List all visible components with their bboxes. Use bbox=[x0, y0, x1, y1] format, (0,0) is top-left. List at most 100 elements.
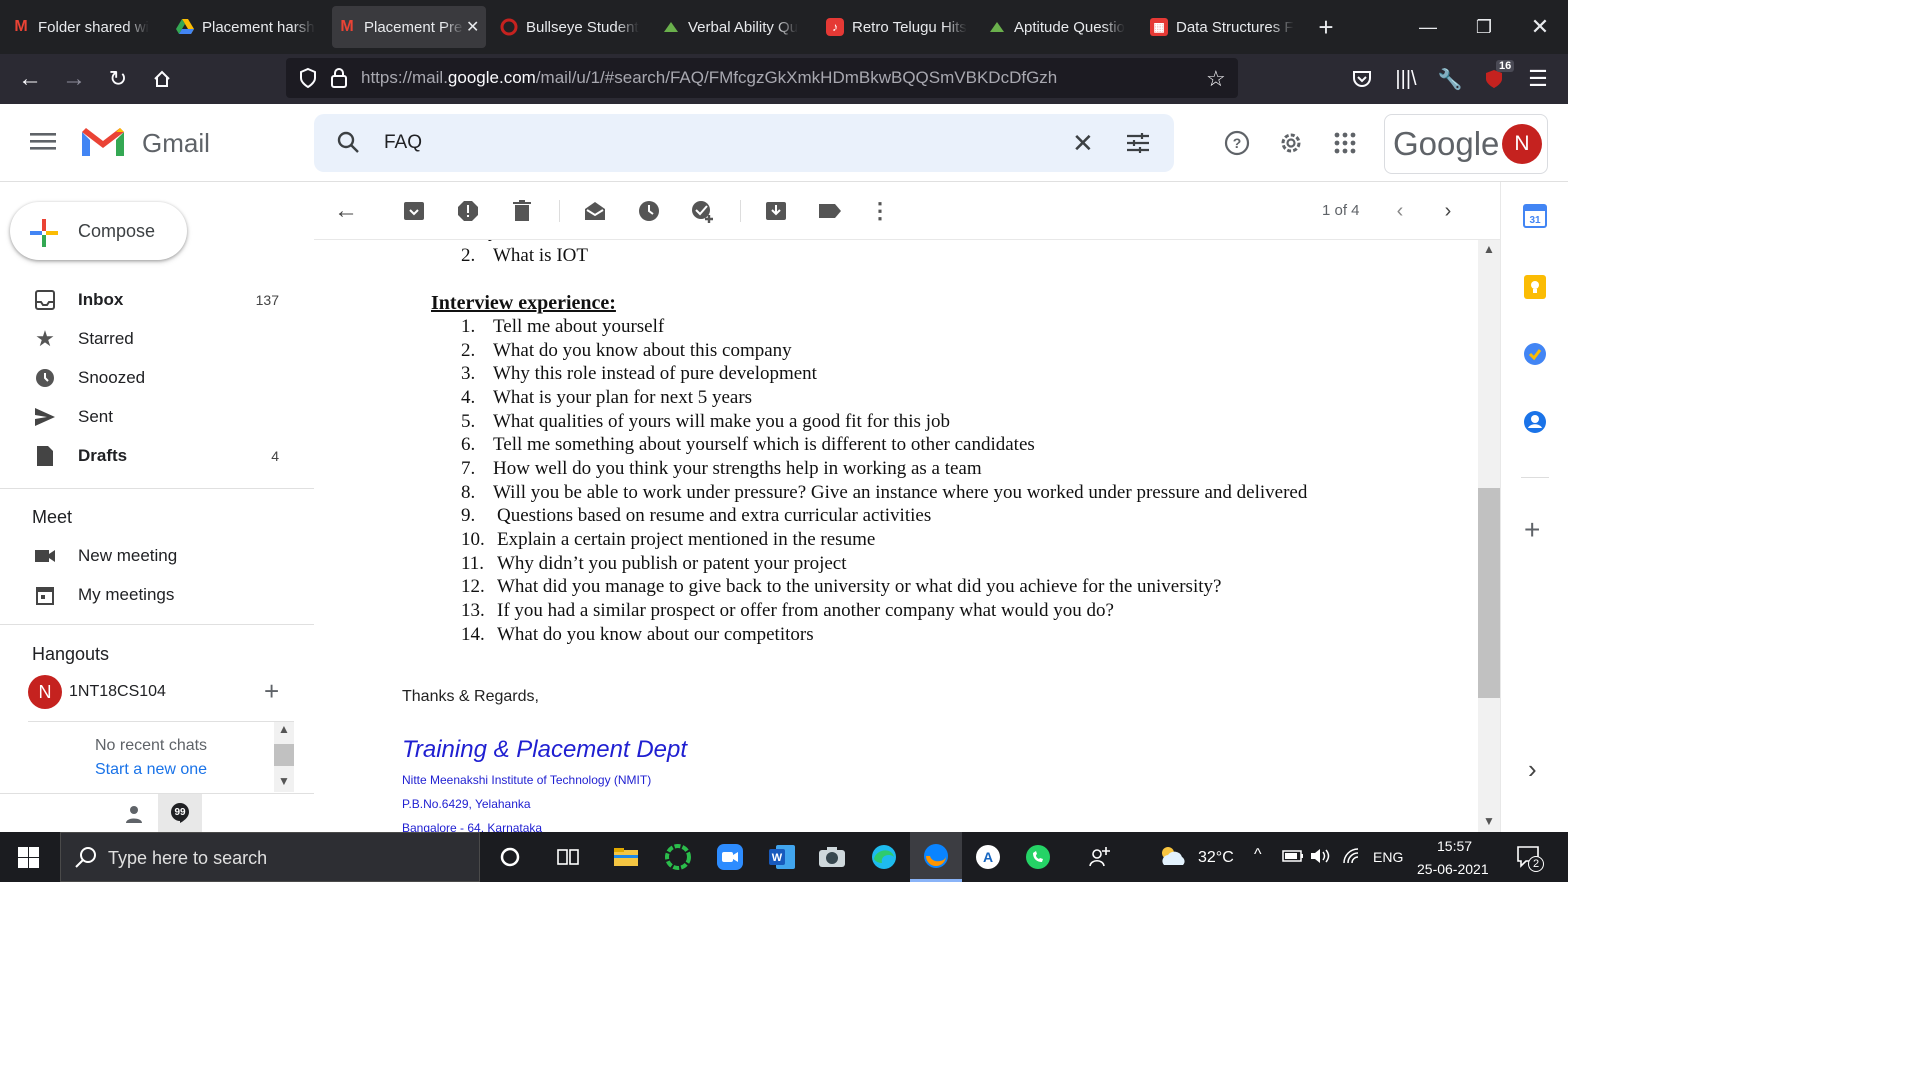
back-icon[interactable]: ← bbox=[8, 54, 52, 104]
media-app-icon[interactable] bbox=[652, 832, 704, 882]
wifi-icon[interactable] bbox=[1342, 847, 1362, 870]
label-icon[interactable] bbox=[817, 198, 843, 224]
avatar[interactable]: N bbox=[1502, 124, 1542, 164]
library-icon[interactable]: |||\ bbox=[1384, 54, 1428, 104]
taskbar-search-box[interactable]: Type here to search bbox=[60, 832, 480, 882]
restore-button[interactable]: ❐ bbox=[1456, 0, 1512, 54]
move-to-icon[interactable] bbox=[763, 198, 789, 224]
hangouts-user[interactable]: N 1NT18CS104 + bbox=[28, 675, 314, 709]
new-meeting-link[interactable]: New meeting bbox=[0, 538, 314, 574]
wrench-icon[interactable]: 🔧 bbox=[1428, 54, 1472, 104]
weather-cloud-icon[interactable] bbox=[1158, 845, 1188, 872]
browser-tab[interactable]: Bullseye Student bbox=[500, 6, 650, 48]
report-spam-icon[interactable] bbox=[455, 198, 481, 224]
account-switcher[interactable]: Google N bbox=[1384, 114, 1548, 174]
new-tab-button[interactable]: + bbox=[1300, 0, 1352, 54]
main-menu-icon[interactable] bbox=[30, 130, 56, 157]
sidebar-item-drafts[interactable]: Drafts 4 bbox=[0, 438, 314, 474]
firefox-icon[interactable] bbox=[910, 832, 962, 882]
email-scrollbar[interactable]: ▲ ▼ bbox=[1478, 240, 1500, 832]
browser-tab-active[interactable]: M Placement Pre ✕ bbox=[332, 6, 486, 48]
clock-date[interactable]: 25-06-2021 bbox=[1417, 861, 1489, 877]
sidebar-item-sent[interactable]: Sent bbox=[0, 399, 314, 435]
delete-icon[interactable] bbox=[509, 198, 535, 224]
bookmark-star-icon[interactable]: ☆ bbox=[1206, 66, 1226, 92]
battery-icon[interactable] bbox=[1282, 849, 1304, 868]
menu-icon[interactable]: ☰ bbox=[1516, 54, 1560, 104]
task-view-icon[interactable] bbox=[542, 832, 594, 882]
edge-icon[interactable] bbox=[858, 832, 910, 882]
list-number: 6. bbox=[461, 434, 476, 455]
add-hangout-icon[interactable]: + bbox=[264, 676, 279, 707]
shield-icon[interactable] bbox=[298, 67, 318, 94]
person-icon[interactable] bbox=[124, 804, 144, 829]
sidebar-item-snoozed[interactable]: Snoozed bbox=[0, 360, 314, 396]
mark-unread-icon[interactable] bbox=[582, 198, 608, 224]
browser-tab[interactable]: Aptitude Questio bbox=[988, 6, 1138, 48]
volume-icon[interactable] bbox=[1310, 847, 1332, 870]
start-chat-link[interactable]: Start a new one bbox=[95, 761, 207, 779]
clear-search-icon[interactable]: ✕ bbox=[1072, 128, 1094, 159]
home-icon[interactable] bbox=[140, 54, 184, 104]
contacts-icon[interactable] bbox=[1523, 410, 1547, 439]
search-options-icon[interactable] bbox=[1126, 131, 1150, 160]
back-to-list-icon[interactable]: ← bbox=[333, 197, 359, 224]
browser-tab[interactable]: Verbal Ability Qu bbox=[662, 6, 812, 48]
apps-grid-icon[interactable] bbox=[1334, 132, 1356, 159]
more-options-icon[interactable]: ⋮ bbox=[867, 198, 893, 224]
whatsapp-icon[interactable] bbox=[1012, 832, 1064, 882]
ublock-extension-icon[interactable]: 16 bbox=[1472, 54, 1516, 104]
search-bar[interactable]: FAQ ✕ bbox=[314, 114, 1174, 172]
older-chevron-icon[interactable]: › bbox=[1435, 198, 1461, 224]
help-icon[interactable]: ? bbox=[1224, 130, 1250, 161]
forward-icon[interactable]: → bbox=[52, 54, 96, 104]
weather-temperature[interactable]: 32°C bbox=[1198, 849, 1234, 867]
url-bar[interactable]: https://mail.google.com/mail/u/1/#search… bbox=[286, 58, 1238, 98]
browser-tab[interactable]: M Folder shared wi bbox=[12, 6, 162, 48]
people-icon[interactable] bbox=[1076, 832, 1124, 882]
word-icon[interactable]: W bbox=[756, 832, 808, 882]
minimize-button[interactable]: — bbox=[1400, 0, 1456, 54]
google-calendar-icon[interactable]: 31 bbox=[1523, 204, 1547, 233]
gmail-logo-icon[interactable] bbox=[80, 126, 126, 165]
windows-start-icon[interactable] bbox=[18, 847, 39, 873]
close-window-button[interactable]: ✕ bbox=[1512, 0, 1568, 54]
zoom-icon[interactable] bbox=[704, 832, 756, 882]
google-keep-icon[interactable] bbox=[1523, 274, 1547, 305]
signature-line: Nitte Meenakshi Institute of Technology … bbox=[402, 773, 652, 787]
browser-tab[interactable]: ♪ Retro Telugu Hits bbox=[826, 6, 976, 48]
get-addons-icon[interactable]: + bbox=[1524, 514, 1540, 546]
close-tab-icon[interactable]: ✕ bbox=[466, 17, 479, 37]
search-icon[interactable] bbox=[336, 130, 360, 159]
show-hidden-icons-chevron[interactable]: ^ bbox=[1254, 846, 1262, 864]
search-input[interactable]: FAQ bbox=[384, 132, 422, 154]
archive-icon[interactable] bbox=[401, 198, 427, 224]
app-a-icon[interactable]: A bbox=[962, 832, 1014, 882]
pocket-icon[interactable] bbox=[1340, 54, 1384, 104]
add-to-tasks-icon[interactable] bbox=[690, 198, 716, 224]
sidebar-item-starred[interactable]: ★ Starred bbox=[0, 321, 314, 357]
scrollbar-thumb[interactable] bbox=[1478, 488, 1500, 698]
google-tasks-icon[interactable] bbox=[1523, 342, 1547, 371]
scroll-down-icon[interactable]: ▼ bbox=[1483, 814, 1495, 828]
newer-chevron-icon[interactable]: ‹ bbox=[1387, 198, 1413, 224]
pagination-text: 1 of 4 bbox=[1322, 202, 1360, 219]
lock-icon[interactable] bbox=[330, 67, 348, 94]
file-explorer-icon[interactable] bbox=[600, 832, 652, 882]
compose-button[interactable]: Compose bbox=[10, 202, 187, 260]
browser-tab[interactable]: Placement harsh bbox=[176, 6, 326, 48]
cortana-icon[interactable] bbox=[484, 832, 536, 882]
reload-icon[interactable]: ↻ bbox=[96, 54, 140, 104]
my-meetings-link[interactable]: My meetings bbox=[0, 577, 314, 613]
hangouts-tab[interactable]: 99 bbox=[158, 794, 202, 832]
camera-icon[interactable] bbox=[806, 832, 858, 882]
scroll-up-icon[interactable]: ▲ bbox=[1483, 242, 1495, 256]
settings-gear-icon[interactable] bbox=[1278, 130, 1304, 161]
sidebar-item-inbox[interactable]: Inbox 137 bbox=[0, 282, 314, 318]
browser-tab[interactable]: ▦ Data Structures F bbox=[1150, 6, 1300, 48]
hangouts-scrollbar[interactable]: ▲ ▼ bbox=[274, 722, 294, 792]
clock-time[interactable]: 15:57 bbox=[1437, 838, 1472, 854]
expand-panel-chevron-icon[interactable]: › bbox=[1528, 754, 1537, 785]
snooze-icon[interactable] bbox=[636, 198, 662, 224]
input-language[interactable]: ENG bbox=[1373, 849, 1403, 865]
